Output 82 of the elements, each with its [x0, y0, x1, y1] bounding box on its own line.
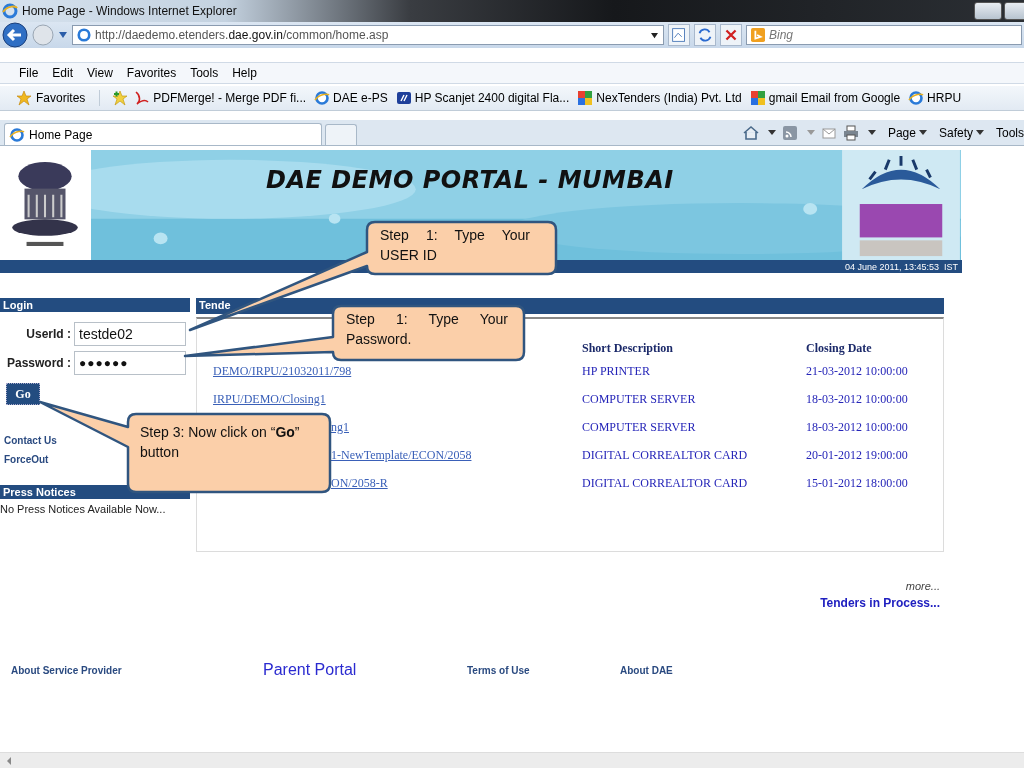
menu-item[interactable]: View: [82, 66, 118, 80]
scroll-left-icon[interactable]: [6, 756, 12, 765]
go-button[interactable]: Go: [6, 383, 40, 405]
userid-field[interactable]: testde02: [74, 322, 186, 346]
horizontal-scrollbar[interactable]: [0, 752, 1024, 768]
caret-icon[interactable]: [767, 130, 776, 136]
home-icon[interactable]: [742, 125, 759, 141]
browser-tab[interactable]: Home Page: [4, 123, 322, 145]
ie-logo-icon: [908, 90, 925, 106]
favorite-link[interactable]: DAE e-PS: [314, 90, 388, 106]
bing-logo-icon: [751, 28, 765, 42]
footer-link[interactable]: About Service Provider: [11, 664, 263, 676]
table-cell-text: 21-03-2012 10:00:00: [806, 362, 908, 380]
tender-link[interactable]: DEMO/IRPU/21032011/798: [213, 363, 352, 378]
table-cell-text: 18-03-2012 10:00:00: [806, 418, 908, 436]
tender-link[interactable]: IRPU/DEMO/Closing1: [213, 391, 326, 406]
favorite-link[interactable]: HP Scanjet 2400 digital Fla...: [395, 90, 570, 106]
favorite-link[interactable]: PDFMerge! - Merge PDF fi...: [134, 90, 307, 106]
table-cell-text: 18-03-2012 10:00:00: [806, 390, 908, 408]
menu-item[interactable]: Tools: [185, 66, 224, 80]
star-icon: [16, 90, 32, 106]
table-cell-text: COMPUTER SERVER: [582, 390, 697, 408]
callout-text: Step 1: Type Your USER ID: [380, 226, 530, 265]
window-title: Home Page - Windows Internet Explorer: [22, 4, 237, 18]
ie-logo-icon: [9, 126, 25, 143]
command-menu[interactable]: Safety: [938, 126, 984, 140]
menu-item[interactable]: Favorites: [121, 66, 182, 80]
caret-icon[interactable]: [867, 130, 876, 136]
command-menu[interactable]: Tools: [996, 126, 1024, 140]
menu-item[interactable]: Help: [227, 66, 262, 80]
menu-item[interactable]: Edit: [47, 66, 79, 80]
side-link[interactable]: ForceOut: [4, 454, 49, 465]
tenders-in-process-link[interactable]: Tenders in Process...: [820, 596, 940, 610]
userid-label: UserId :: [26, 327, 71, 341]
favorites-button[interactable]: Favorites: [16, 90, 101, 106]
feed-icon[interactable]: [781, 125, 798, 141]
back-button[interactable]: [2, 22, 28, 48]
more-link[interactable]: more...: [905, 580, 940, 592]
favorite-link[interactable]: NexTenders (India) Pvt. Ltd: [577, 90, 742, 106]
menu-item[interactable]: File: [14, 66, 44, 80]
dropdown-icon[interactable]: [650, 31, 659, 39]
refresh-icon[interactable]: [694, 24, 716, 46]
printer-icon[interactable]: [842, 125, 859, 141]
favorite-link[interactable]: HRPU: [908, 90, 962, 106]
footer-link[interactable]: Parent Portal: [263, 661, 467, 679]
tender-link[interactable]: ON/2058-R: [331, 475, 388, 490]
search-field[interactable]: Bing: [746, 25, 1022, 45]
table-cell-text: COMPUTER SERVER: [582, 418, 697, 436]
stop-icon[interactable]: [720, 24, 742, 46]
table-cell: HP PRINTER: [582, 357, 806, 385]
pdf-icon: [134, 90, 151, 106]
maximize-button[interactable]: [1004, 2, 1024, 20]
callout-text: Step 3: Now click on “Go” button: [140, 423, 301, 462]
password-field[interactable]: ●●●●●●: [74, 351, 186, 375]
column-header: Short Description: [582, 339, 806, 357]
footer-link[interactable]: Terms of Use: [467, 664, 620, 676]
table-cell-text: 20-01-2012 19:00:00: [806, 446, 908, 464]
press-notices-text: No Press Notices Available Now...: [0, 503, 167, 515]
column-header: Closing Date: [806, 339, 873, 357]
side-link[interactable]: Contact Us: [4, 435, 57, 446]
minimize-button[interactable]: [974, 2, 1002, 20]
four-squares-icon: [577, 90, 594, 106]
login-heading: Login: [0, 298, 190, 312]
compatibility-icon[interactable]: [668, 24, 690, 46]
address-field[interactable]: http://daedemo.etenders.dae.gov.in/common/home.asp: [72, 25, 664, 45]
favorite-link[interactable]: gmail Email from Google: [749, 90, 901, 106]
add-favorite-icon[interactable]: [112, 90, 129, 106]
table-cell-text: 15-01-2012 18:00:00: [806, 474, 908, 492]
table-cell: DIGITAL CORREALTOR CARD: [582, 441, 806, 469]
tender-link[interactable]: 1-NewTemplate/ECON/2058: [331, 447, 472, 462]
ie-logo-icon: [77, 28, 91, 42]
hp-logo-icon: [395, 90, 412, 106]
ie-logo-icon: [2, 3, 18, 19]
tender-link[interactable]: ng1: [331, 419, 349, 434]
command-menu[interactable]: Page: [887, 126, 927, 140]
password-label: Password :: [6, 356, 71, 370]
portal-title: DAE DEMO PORTAL - MUMBAI: [266, 166, 674, 194]
footer-link[interactable]: About DAE: [620, 664, 673, 676]
four-squares-icon: [749, 90, 766, 106]
ie-logo-icon: [314, 90, 331, 106]
table-cell-text: DIGITAL CORREALTOR CARD: [582, 474, 749, 492]
date-time: 04 June 2011, 13:45:53 IST: [845, 261, 958, 272]
